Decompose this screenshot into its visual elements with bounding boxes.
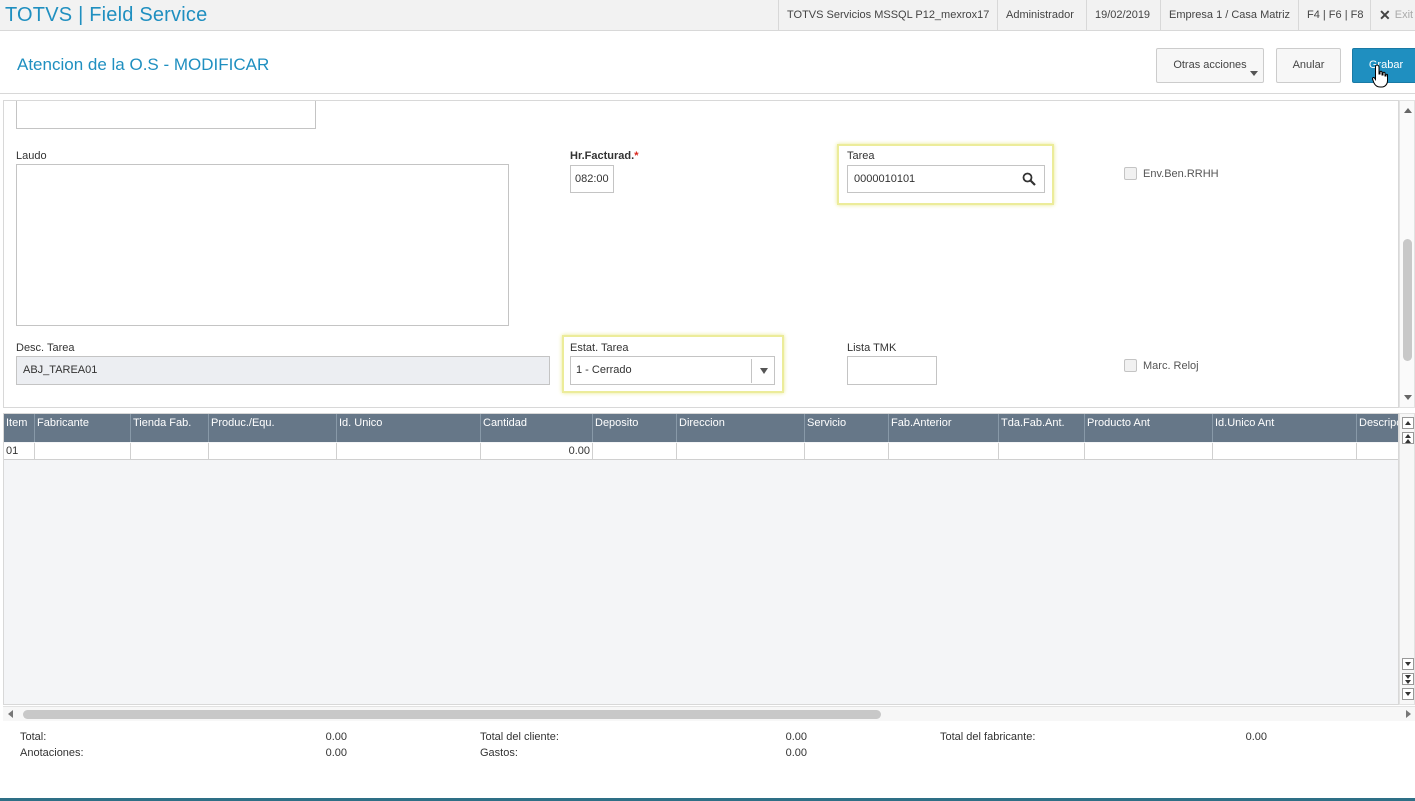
- scroll-top-icon[interactable]: [1402, 417, 1414, 429]
- horizontal-scrollbar-thumb[interactable]: [23, 710, 881, 719]
- lista-tmk-label: Lista TMK: [847, 342, 897, 354]
- gastos-label: Gastos:: [480, 747, 518, 759]
- scroll-right-icon[interactable]: [1406, 710, 1411, 718]
- total-fabricante-value: 0.00: [1245, 731, 1267, 743]
- column-header-descripcion[interactable]: Descripc: [1357, 414, 1398, 442]
- top-field[interactable]: [16, 101, 316, 129]
- top-bar: TOTVS | Field Service TOTVS Servicios MS…: [0, 0, 1415, 31]
- tarea-label: Tarea: [847, 150, 875, 162]
- column-header-direccion[interactable]: Direccion: [677, 414, 805, 442]
- page-title: Atencion de la O.S - MODIFICAR: [17, 55, 270, 74]
- scroll-down-icon[interactable]: [1404, 395, 1412, 400]
- column-header-producto[interactable]: Produc./Equ.: [209, 414, 337, 442]
- other-actions-label: Otras acciones: [1173, 59, 1247, 71]
- lista-tmk-input[interactable]: [847, 356, 937, 385]
- form-scrollbar[interactable]: [1399, 100, 1415, 408]
- estat-tarea-select[interactable]: 1 - Cerrado: [570, 356, 775, 385]
- column-header-item[interactable]: Item: [4, 414, 35, 442]
- user-info: Administrador: [997, 0, 1082, 31]
- anotaciones-value: 0.00: [325, 747, 347, 759]
- column-header-id-unico[interactable]: Id. Unico: [337, 414, 481, 442]
- chevron-down-icon: [1250, 71, 1258, 76]
- column-header-tda-fab-ant[interactable]: Tda.Fab.Ant.: [999, 414, 1085, 442]
- env-ben-label: Env.Ben.RRHH: [1143, 168, 1219, 180]
- cell-deposito[interactable]: [593, 443, 677, 460]
- cell-tienda-fab[interactable]: [131, 443, 209, 460]
- grid-scrollbar[interactable]: [1399, 413, 1415, 705]
- marc-reloj-label: Marc. Reloj: [1143, 360, 1199, 372]
- total-value: 0.00: [325, 731, 347, 743]
- cell-fabricante[interactable]: [35, 443, 131, 460]
- total-cliente-label: Total del cliente:: [480, 731, 559, 743]
- hr-facturad-input[interactable]: 082:00: [570, 165, 614, 193]
- cell-servicio[interactable]: [805, 443, 889, 460]
- table-row[interactable]: 01 0.00: [4, 443, 1398, 460]
- page-up-icon[interactable]: [1402, 432, 1414, 444]
- totals-panel: Total: 0.00 Anotaciones: 0.00 Total del …: [0, 722, 1415, 801]
- estat-tarea-value: 1 - Cerrado: [576, 364, 632, 376]
- cell-item[interactable]: 01: [4, 443, 35, 460]
- cell-producto[interactable]: [209, 443, 337, 460]
- company-info: Empresa 1 / Casa Matriz: [1160, 0, 1298, 31]
- cell-tda-fab-ant[interactable]: [999, 443, 1085, 460]
- items-grid: Item Fabricante Tienda Fab. Produc./Equ.…: [3, 413, 1399, 705]
- cancel-button[interactable]: Anular: [1276, 48, 1341, 83]
- env-ben-checkbox[interactable]: [1124, 167, 1137, 180]
- estat-tarea-label: Estat. Tarea: [570, 342, 629, 354]
- exit-button[interactable]: ✕ Exit: [1370, 0, 1415, 31]
- column-header-tienda-fab[interactable]: Tienda Fab.: [131, 414, 209, 442]
- grid-header: Item Fabricante Tienda Fab. Produc./Equ.…: [4, 414, 1398, 442]
- column-header-servicio[interactable]: Servicio: [805, 414, 889, 442]
- column-header-producto-ant[interactable]: Producto Ant: [1085, 414, 1213, 442]
- chevron-down-icon: [760, 368, 768, 374]
- scroll-left-icon[interactable]: [8, 710, 13, 718]
- other-actions-button[interactable]: Otras acciones: [1156, 48, 1264, 83]
- cell-direccion[interactable]: [677, 443, 805, 460]
- column-header-fab-anterior[interactable]: Fab.Anterior: [889, 414, 999, 442]
- column-header-fabricante[interactable]: Fabricante: [35, 414, 131, 442]
- column-header-id-unico-ant[interactable]: Id.Unico Ant: [1213, 414, 1357, 442]
- page-header: Atencion de la O.S - MODIFICAR Otras acc…: [0, 31, 1415, 94]
- environment-info: TOTVS Servicios MSSQL P12_mexrox17: [778, 0, 997, 31]
- exit-label: Exit: [1394, 9, 1414, 21]
- marc-reloj-checkbox[interactable]: [1124, 359, 1137, 372]
- hand-cursor-icon: [1372, 64, 1388, 88]
- page-down-icon[interactable]: [1402, 673, 1414, 685]
- scroll-bottom-icon[interactable]: [1402, 688, 1414, 700]
- laudo-textarea[interactable]: [16, 164, 509, 326]
- column-header-cantidad[interactable]: Cantidad: [481, 414, 593, 442]
- required-marker: *: [634, 150, 639, 162]
- scrollbar-thumb[interactable]: [1403, 239, 1412, 361]
- cell-id-unico[interactable]: [337, 443, 481, 460]
- cell-producto-ant[interactable]: [1085, 443, 1213, 460]
- cell-descripcion[interactable]: [1357, 443, 1398, 460]
- shortcut-keys[interactable]: F4 | F6 | F8: [1298, 0, 1371, 31]
- anotaciones-label: Anotaciones:: [20, 747, 84, 759]
- scroll-down-icon[interactable]: [1402, 658, 1414, 670]
- scroll-up-icon[interactable]: [1404, 108, 1412, 113]
- total-fabricante-label: Total del fabricante:: [940, 731, 1036, 743]
- tarea-value: 0000010101: [854, 173, 916, 185]
- cell-cantidad[interactable]: 0.00: [481, 443, 593, 460]
- desc-tarea-label: Desc. Tarea: [16, 342, 75, 354]
- total-cliente-value: 0.00: [785, 731, 807, 743]
- close-icon: ✕: [1379, 7, 1391, 23]
- column-header-deposito[interactable]: Deposito: [593, 414, 677, 442]
- hr-facturad-label: Hr.Facturad.*: [570, 150, 639, 162]
- form-panel: Laudo Hr.Facturad.* 082:00 Tarea 0000010…: [3, 100, 1399, 408]
- desc-tarea-input: ABJ_TAREA01: [16, 356, 550, 385]
- cell-fab-anterior[interactable]: [889, 443, 999, 460]
- gastos-value: 0.00: [785, 747, 807, 759]
- laudo-label: Laudo: [16, 150, 47, 162]
- app-title: TOTVS | Field Service: [5, 4, 208, 26]
- grid-horizontal-scrollbar[interactable]: [3, 706, 1415, 721]
- search-icon[interactable]: [1022, 172, 1036, 186]
- total-label: Total:: [20, 731, 47, 743]
- tarea-input[interactable]: 0000010101: [847, 165, 1045, 193]
- date-info: 19/02/2019: [1086, 0, 1158, 31]
- cell-id-unico-ant[interactable]: [1213, 443, 1357, 460]
